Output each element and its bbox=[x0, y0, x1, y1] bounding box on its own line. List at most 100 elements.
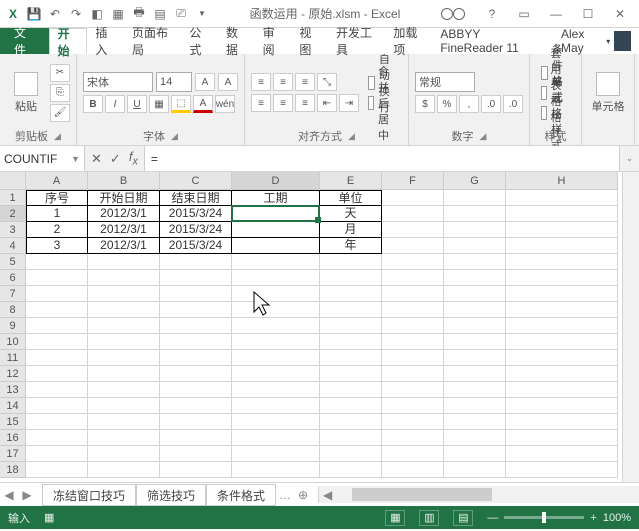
copy-icon[interactable]: ⎘ bbox=[50, 84, 70, 102]
row-header[interactable]: 12 bbox=[0, 366, 26, 382]
cell[interactable] bbox=[382, 270, 444, 286]
cell[interactable] bbox=[88, 286, 160, 302]
cell[interactable] bbox=[26, 254, 88, 270]
cell[interactable] bbox=[26, 446, 88, 462]
number-format-combo[interactable]: 常规 bbox=[415, 72, 475, 92]
cell[interactable]: 年 bbox=[320, 238, 382, 254]
cell[interactable] bbox=[444, 254, 506, 270]
row-header[interactable]: 10 bbox=[0, 334, 26, 350]
tab-view[interactable]: 视图 bbox=[291, 28, 328, 54]
cell[interactable] bbox=[232, 270, 320, 286]
cell[interactable] bbox=[382, 382, 444, 398]
cell[interactable]: 工期 bbox=[232, 190, 320, 206]
cell[interactable] bbox=[506, 270, 618, 286]
cell[interactable] bbox=[320, 254, 382, 270]
cell[interactable] bbox=[444, 462, 506, 478]
cell[interactable] bbox=[88, 366, 160, 382]
cell[interactable]: 2012/3/1 bbox=[88, 238, 160, 254]
cell[interactable]: 2015/3/24 bbox=[160, 206, 232, 222]
cell[interactable] bbox=[506, 398, 618, 414]
enter-formula-icon[interactable]: ✓ bbox=[110, 151, 121, 167]
cell[interactable] bbox=[26, 318, 88, 334]
cell[interactable] bbox=[382, 350, 444, 366]
col-header[interactable]: E bbox=[320, 172, 382, 190]
view-pagebreak-icon[interactable]: ▤ bbox=[453, 510, 473, 526]
maximize-icon[interactable]: ☐ bbox=[573, 4, 603, 24]
merge-center-button[interactable]: 合并后居中 bbox=[363, 94, 402, 112]
cell[interactable] bbox=[506, 206, 618, 222]
cell[interactable] bbox=[26, 462, 88, 478]
cell[interactable] bbox=[506, 254, 618, 270]
dec-inc-icon[interactable]: .0 bbox=[481, 95, 501, 113]
cell[interactable] bbox=[232, 350, 320, 366]
fill-handle[interactable] bbox=[315, 217, 321, 223]
cell[interactable] bbox=[382, 302, 444, 318]
sheet-nav-prev-icon[interactable]: ◀ bbox=[0, 488, 18, 502]
align-right-icon[interactable]: ≡ bbox=[295, 94, 315, 112]
cell[interactable] bbox=[88, 382, 160, 398]
cell[interactable] bbox=[160, 286, 232, 302]
cell[interactable] bbox=[444, 222, 506, 238]
row-header[interactable]: 18 bbox=[0, 462, 26, 478]
cell[interactable]: 2015/3/24 bbox=[160, 222, 232, 238]
cell[interactable]: 2012/3/1 bbox=[88, 206, 160, 222]
cell[interactable] bbox=[160, 398, 232, 414]
row-header[interactable]: 15 bbox=[0, 414, 26, 430]
cell[interactable]: 月 bbox=[320, 222, 382, 238]
col-header[interactable]: H bbox=[506, 172, 618, 190]
undo-icon[interactable]: ↶ bbox=[46, 5, 64, 23]
cell[interactable] bbox=[320, 302, 382, 318]
italic-icon[interactable]: I bbox=[105, 95, 125, 113]
row-header[interactable]: 2 bbox=[0, 206, 26, 222]
tab-layout[interactable]: 页面布局 bbox=[124, 28, 181, 54]
cell[interactable] bbox=[320, 286, 382, 302]
bold-icon[interactable]: B bbox=[83, 95, 103, 113]
sheet-more-icon[interactable]: … bbox=[276, 488, 294, 502]
tab-insert[interactable]: 插入 bbox=[87, 28, 124, 54]
cell[interactable] bbox=[506, 446, 618, 462]
cell[interactable] bbox=[506, 430, 618, 446]
currency-icon[interactable]: $ bbox=[415, 95, 435, 113]
tab-formula[interactable]: 公式 bbox=[181, 28, 218, 54]
col-header[interactable]: F bbox=[382, 172, 444, 190]
cell[interactable] bbox=[444, 446, 506, 462]
cell[interactable] bbox=[232, 286, 320, 302]
qat-dropdown-icon[interactable]: ▼ bbox=[193, 5, 211, 23]
cell[interactable]: 序号 bbox=[26, 190, 88, 206]
cell[interactable] bbox=[26, 270, 88, 286]
cell[interactable] bbox=[160, 414, 232, 430]
expand-formula-icon[interactable]: ⌄ bbox=[619, 146, 639, 171]
cell[interactable] bbox=[382, 366, 444, 382]
cell[interactable] bbox=[506, 382, 618, 398]
cancel-formula-icon[interactable]: ✕ bbox=[91, 151, 102, 167]
cell[interactable]: 开始日期 bbox=[88, 190, 160, 206]
cell[interactable] bbox=[160, 382, 232, 398]
cell[interactable] bbox=[382, 446, 444, 462]
cell[interactable]: 结束日期 bbox=[160, 190, 232, 206]
tab-file[interactable]: 文件 bbox=[0, 28, 49, 54]
font-name-combo[interactable]: 宋体 bbox=[83, 72, 153, 92]
cell[interactable] bbox=[232, 318, 320, 334]
percent-icon[interactable]: % bbox=[437, 95, 457, 113]
cut-icon[interactable]: ✂ bbox=[50, 64, 70, 82]
align-top-icon[interactable]: ≡ bbox=[251, 73, 271, 91]
cell[interactable] bbox=[320, 334, 382, 350]
cell[interactable] bbox=[506, 286, 618, 302]
row-header[interactable]: 5 bbox=[0, 254, 26, 270]
row-header[interactable]: 1 bbox=[0, 190, 26, 206]
tab-dev[interactable]: 开发工具 bbox=[328, 28, 385, 54]
cell[interactable] bbox=[382, 462, 444, 478]
new-sheet-icon[interactable]: ⊕ bbox=[294, 488, 312, 502]
fx-icon[interactable]: fx bbox=[129, 149, 138, 168]
cell[interactable] bbox=[506, 222, 618, 238]
cell[interactable] bbox=[26, 302, 88, 318]
align-middle-icon[interactable]: ≡ bbox=[273, 73, 293, 91]
font-color-icon[interactable]: A bbox=[193, 95, 213, 113]
cell[interactable] bbox=[444, 318, 506, 334]
cell[interactable]: 单位 bbox=[320, 190, 382, 206]
cell[interactable] bbox=[382, 222, 444, 238]
cell[interactable] bbox=[506, 318, 618, 334]
sheet-tab[interactable]: 冻结窗口技巧 bbox=[42, 484, 136, 506]
cell[interactable] bbox=[232, 302, 320, 318]
cell[interactable] bbox=[320, 366, 382, 382]
